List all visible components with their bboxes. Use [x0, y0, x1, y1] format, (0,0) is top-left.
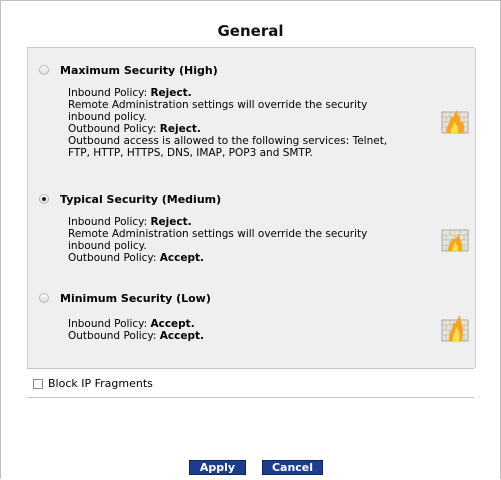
option-description: Inbound Policy: Accept. Outbound Policy:…	[68, 318, 408, 342]
desc-line: Outbound Policy: Accept.	[68, 330, 204, 342]
option-label: Typical Security (Medium)	[60, 192, 222, 206]
desc-line: inbound policy.	[68, 111, 147, 123]
desc-line: FTP, HTTP, HTTPS, DNS, IMAP, POP3 and SM…	[68, 147, 313, 159]
desc-line: Inbound Policy: Reject.	[68, 87, 192, 99]
option-description: Inbound Policy: Reject. Remote Administr…	[68, 87, 408, 159]
desc-line: Remote Administration settings will over…	[68, 99, 368, 111]
block-ip-fragments-checkbox[interactable]	[33, 378, 43, 389]
option-maximum-security[interactable]: Maximum Security (High)	[28, 62, 218, 78]
cancel-button[interactable]: Cancel	[262, 460, 323, 475]
option-label: Minimum Security (Low)	[60, 291, 211, 305]
option-label: Maximum Security (High)	[60, 63, 218, 77]
apply-button[interactable]: Apply	[189, 460, 246, 475]
desc-line: Inbound Policy: Reject.	[68, 216, 192, 228]
block-ip-fragments-label: Block IP Fragments	[48, 377, 153, 390]
desc-line: Outbound Policy: Reject.	[68, 123, 201, 135]
desc-line: inbound policy.	[68, 240, 147, 252]
radio-minimum-security[interactable]	[39, 293, 49, 303]
desc-line: Remote Administration settings will over…	[68, 228, 368, 240]
security-level-panel: Maximum Security (High) Inbound Policy: …	[27, 48, 476, 368]
radio-maximum-security[interactable]	[39, 65, 49, 75]
page-title: General	[217, 22, 284, 40]
option-minimum-security[interactable]: Minimum Security (Low)	[28, 290, 211, 306]
section-divider	[27, 397, 474, 398]
desc-line: Outbound access is allowed to the follow…	[68, 135, 388, 147]
section-divider	[27, 368, 474, 369]
block-ip-fragments-option[interactable]: Block IP Fragments	[33, 377, 153, 390]
option-description: Inbound Policy: Reject. Remote Administr…	[68, 216, 408, 264]
firewall-brick-flame-icon	[441, 315, 469, 342]
firewall-brick-flame-icon	[441, 110, 469, 134]
desc-line: Outbound Policy: Accept.	[68, 252, 204, 264]
radio-typical-security[interactable]	[39, 194, 49, 204]
firewall-brick-flame-icon	[441, 229, 469, 252]
option-typical-security[interactable]: Typical Security (Medium)	[28, 191, 221, 207]
desc-line: Inbound Policy: Accept.	[68, 318, 195, 330]
